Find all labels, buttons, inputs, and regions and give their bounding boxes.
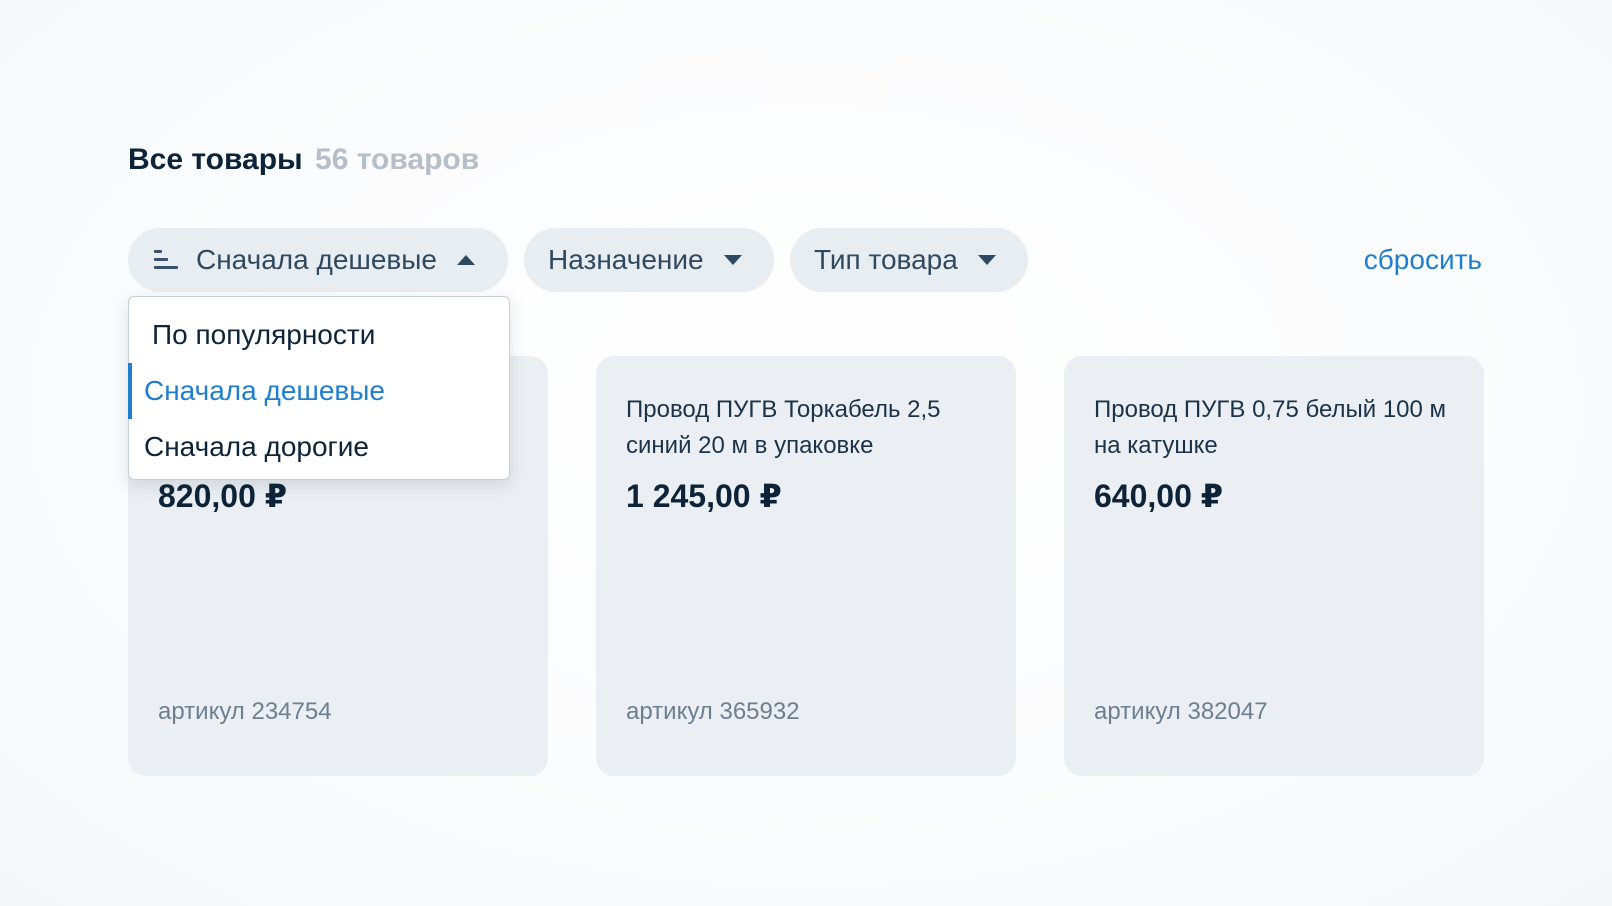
- sort-options-menu: По популярности Сначала дешевые Сначала …: [128, 296, 510, 480]
- sort-option-popularity[interactable]: По популярности: [129, 307, 509, 363]
- type-filter-label: Тип товара: [814, 244, 958, 275]
- caret-down-icon: [723, 255, 742, 265]
- product-price: 820,00 ₽: [158, 478, 288, 514]
- sort-dropdown-label: Сначала дешевые: [196, 244, 438, 275]
- sort-dropdown-button[interactable]: Сначала дешевые: [128, 228, 508, 292]
- purpose-filter-button[interactable]: Назначение: [524, 228, 774, 292]
- product-name: Провод ПУГВ Торкабель 2,5 синий 20 м в у…: [626, 396, 941, 459]
- product-name: Провод ПУГВ 0,75 белый 100 м на катушке: [1094, 396, 1447, 459]
- product-sku: артикул 382047: [1094, 698, 1268, 725]
- product-price: 1 245,00 ₽: [626, 478, 782, 514]
- page-heading: Все товары 56 товаров: [128, 142, 479, 178]
- product-sku: артикул 234754: [158, 698, 332, 725]
- filter-bar: Сначала дешевые Назначение Тип товара: [128, 228, 1044, 292]
- page-title: Все товары: [128, 143, 303, 176]
- purpose-filter-label: Назначение: [548, 244, 704, 275]
- sort-option-cheap-first[interactable]: Сначала дешевые: [128, 363, 509, 419]
- sort-option-expensive-first[interactable]: Сначала дорогие: [129, 419, 509, 475]
- reset-filters-link[interactable]: сбросить: [1364, 242, 1482, 278]
- caret-up-icon: [457, 255, 476, 265]
- sort-icon: [154, 250, 180, 270]
- page: Все товары 56 товаров Сначала дешевые На…: [0, 0, 1612, 906]
- product-card[interactable]: Провод ПУГВ 0,75 белый 100 м на катушке …: [1064, 356, 1484, 776]
- product-count: 56 товаров: [315, 143, 480, 176]
- product-card[interactable]: Провод ПУГВ Торкабель 2,5 синий 20 м в у…: [596, 356, 1016, 776]
- type-filter-button[interactable]: Тип товара: [790, 228, 1028, 292]
- caret-down-icon: [977, 255, 996, 265]
- product-price: 640,00 ₽: [1094, 478, 1224, 514]
- product-sku: артикул 365932: [626, 698, 800, 725]
